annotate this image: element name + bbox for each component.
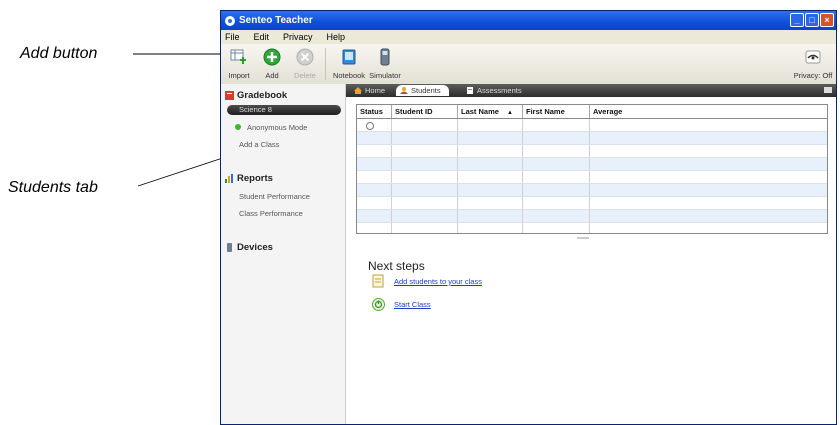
col-last-name-label: Last Name xyxy=(461,107,499,116)
student-performance-item[interactable]: Student Performance xyxy=(221,192,345,201)
col-last-name[interactable]: Last Name ▲ xyxy=(458,105,523,118)
add-button-callout: Add button xyxy=(20,45,98,62)
table-row xyxy=(357,210,827,223)
col-student-id[interactable]: Student ID xyxy=(392,105,458,118)
add-label: Add xyxy=(265,71,279,80)
table-row xyxy=(357,145,827,158)
next-steps-heading: Next steps xyxy=(368,259,425,273)
gradebook-icon xyxy=(225,91,234,100)
app-icon xyxy=(225,15,235,26)
panel-menu-icon[interactable] xyxy=(824,87,832,93)
sort-ascending-icon: ▲ xyxy=(507,110,513,116)
menu-edit[interactable]: Edit xyxy=(254,32,270,42)
tab-students[interactable]: Students xyxy=(396,85,449,96)
start-class-icon xyxy=(372,298,385,311)
reports-header[interactable]: Reports xyxy=(221,173,345,184)
table-row xyxy=(357,223,827,233)
tab-strip: Home Students Assessments xyxy=(346,84,836,97)
add-icon xyxy=(263,48,281,66)
delete-button[interactable]: Delete xyxy=(287,46,323,80)
app-window: Senteo Teacher _ □ × File Edit Privacy H… xyxy=(220,10,837,425)
menu-bar: File Edit Privacy Help xyxy=(221,30,836,44)
import-icon xyxy=(230,49,246,64)
main-panel: Home Students Assessments Status Student… xyxy=(346,84,836,424)
table-row xyxy=(357,171,827,184)
left-sidebar: Gradebook Science 8 Anonymous Mode Add a… xyxy=(221,84,346,424)
start-class-link[interactable]: Start Class xyxy=(394,300,431,309)
table-row xyxy=(357,132,827,145)
add-students-link[interactable]: Add students to your class xyxy=(394,277,482,286)
toolbar: Import Add Delete Notebook Simulator Pri… xyxy=(221,44,836,85)
table-resize-grip[interactable] xyxy=(577,237,589,239)
notepad-icon xyxy=(372,274,384,288)
notebook-label: Notebook xyxy=(332,71,366,80)
simulator-icon xyxy=(380,48,390,66)
eye-icon xyxy=(805,50,821,64)
table-row xyxy=(357,158,827,171)
col-first-name[interactable]: First Name xyxy=(523,105,590,118)
students-tab-callout: Students tab xyxy=(8,179,98,196)
tab-assessments-label: Assessments xyxy=(477,86,522,95)
table-body xyxy=(357,119,827,233)
menu-help[interactable]: Help xyxy=(327,32,346,42)
add-button[interactable]: Add xyxy=(254,46,290,80)
window-title: Senteo Teacher xyxy=(239,15,313,26)
reports-icon xyxy=(225,174,233,183)
maximize-icon[interactable]: □ xyxy=(805,13,819,27)
students-icon xyxy=(400,87,408,94)
col-status[interactable]: Status xyxy=(357,105,392,118)
col-average[interactable]: Average xyxy=(590,105,827,118)
devices-header[interactable]: Devices xyxy=(221,242,345,253)
class-item-selected[interactable]: Science 8 xyxy=(227,105,341,115)
tab-home[interactable]: Home xyxy=(350,85,393,96)
table-row xyxy=(357,197,827,210)
delete-label: Delete xyxy=(294,71,316,80)
simulator-label: Simulator xyxy=(369,71,401,80)
menu-privacy[interactable]: Privacy xyxy=(283,32,313,42)
title-bar[interactable]: Senteo Teacher _ □ × xyxy=(221,11,836,30)
add-class-link[interactable]: Add a Class xyxy=(221,140,345,149)
class-performance-item[interactable]: Class Performance xyxy=(221,209,345,218)
notebook-icon xyxy=(342,49,356,65)
assessments-icon xyxy=(467,87,473,94)
reports-label: Reports xyxy=(237,173,273,184)
simulator-button[interactable]: Simulator xyxy=(367,46,403,80)
devices-icon xyxy=(227,243,232,252)
import-label: Import xyxy=(228,71,250,80)
window-controls: _ □ × xyxy=(790,13,834,27)
privacy-button[interactable]: Privacy: Off xyxy=(791,46,835,80)
table-header-row: Status Student ID Last Name ▲ First Name… xyxy=(357,105,827,119)
privacy-label: Privacy: Off xyxy=(793,71,833,80)
status-radio-icon[interactable] xyxy=(366,122,374,130)
devices-label: Devices xyxy=(237,242,273,253)
students-table: Status Student ID Last Name ▲ First Name… xyxy=(356,104,828,234)
table-row xyxy=(357,184,827,197)
menu-file[interactable]: File xyxy=(225,32,240,42)
minimize-icon[interactable]: _ xyxy=(790,13,804,27)
notebook-button[interactable]: Notebook xyxy=(331,46,367,80)
tab-home-label: Home xyxy=(365,86,386,95)
gradebook-header[interactable]: Gradebook xyxy=(221,90,345,101)
tab-assessments[interactable]: Assessments xyxy=(462,85,530,96)
delete-icon xyxy=(296,48,314,66)
table-row[interactable] xyxy=(357,119,827,132)
close-icon[interactable]: × xyxy=(820,13,834,27)
anonymous-mode-item[interactable]: Anonymous Mode xyxy=(221,123,345,132)
import-button[interactable]: Import xyxy=(221,46,257,80)
home-icon xyxy=(354,87,362,94)
toolbar-separator xyxy=(325,48,326,80)
gradebook-label: Gradebook xyxy=(237,90,288,101)
status-cell xyxy=(357,119,392,131)
tab-students-label: Students xyxy=(411,86,441,95)
